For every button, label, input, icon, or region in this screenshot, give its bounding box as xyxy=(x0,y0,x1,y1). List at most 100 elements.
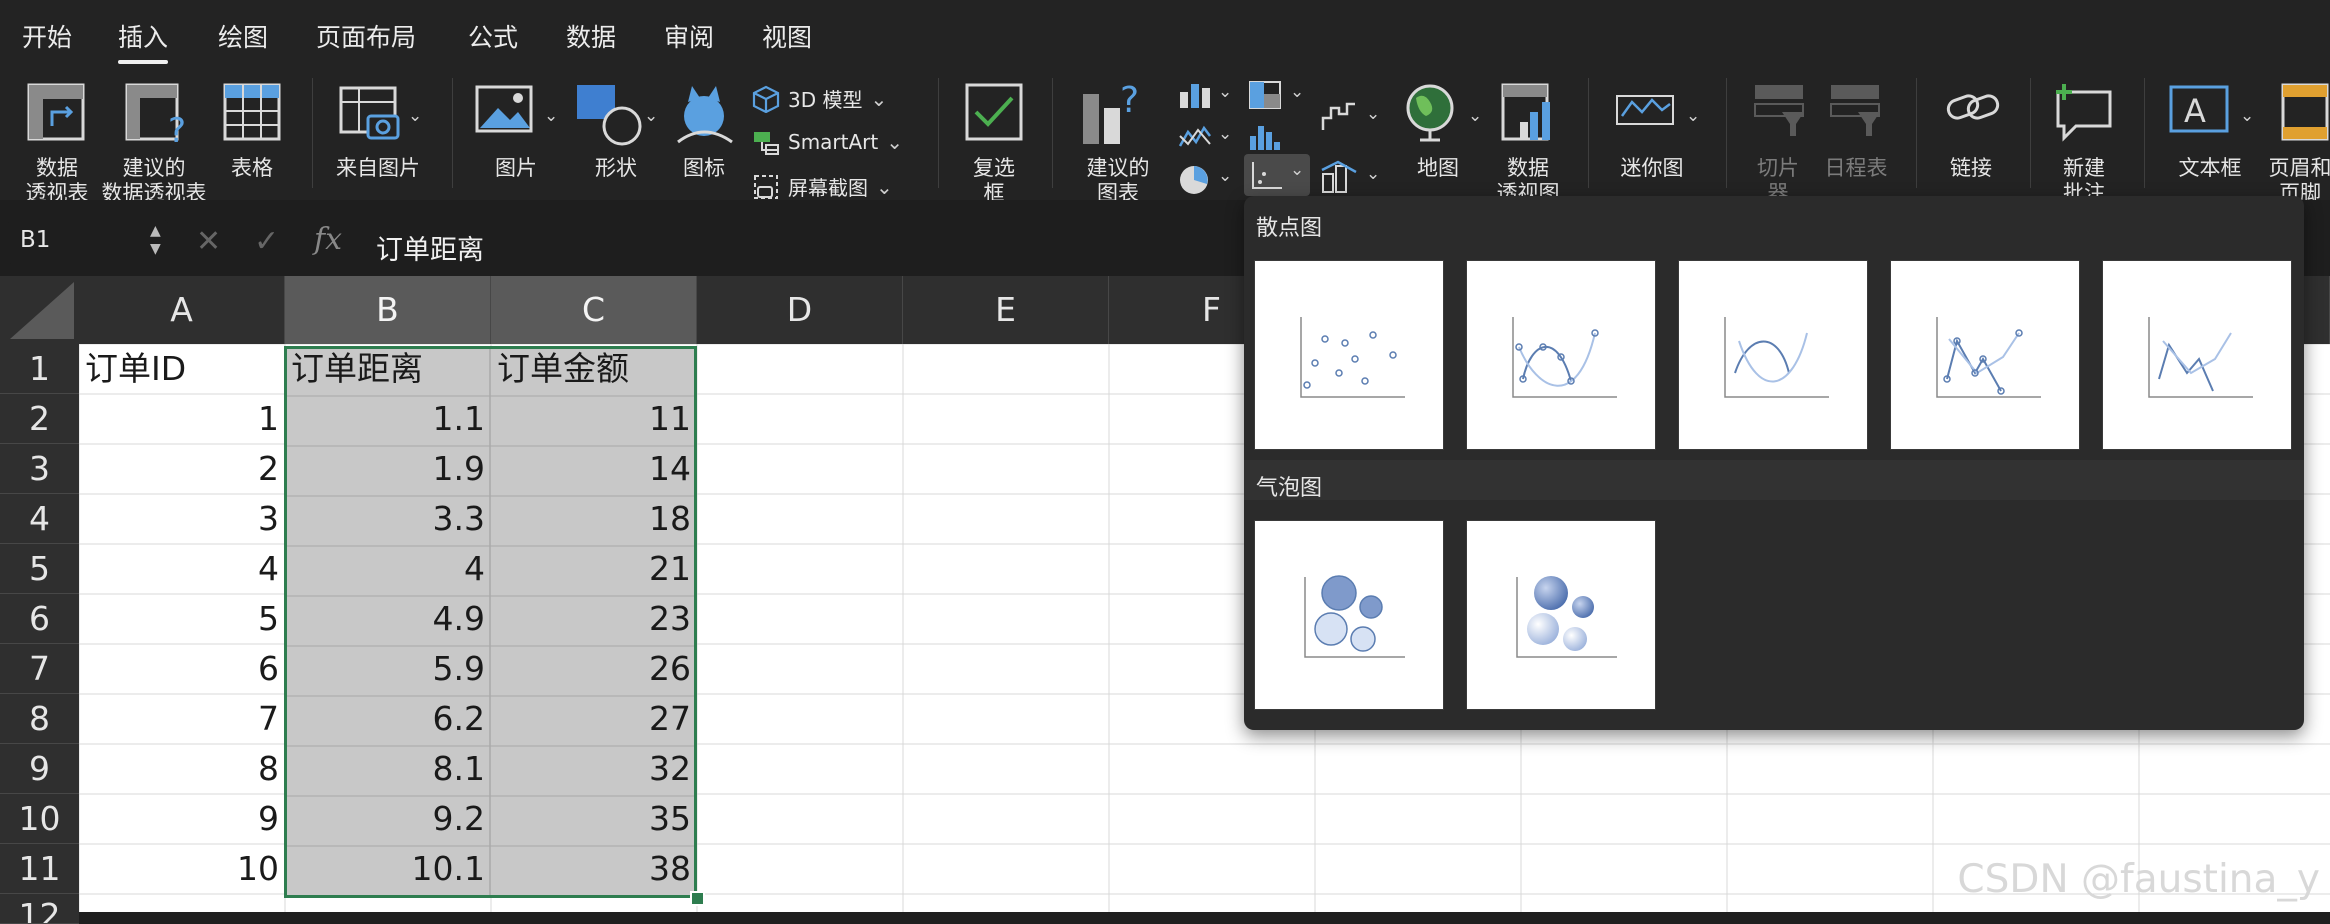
data-cell[interactable]: 6.2 xyxy=(285,695,491,745)
column-header-a[interactable]: A xyxy=(79,276,285,344)
smartart-button[interactable]: SmartArt ⌄ xyxy=(752,128,903,156)
row-header[interactable]: 8 xyxy=(0,694,79,744)
data-cell[interactable]: 3 xyxy=(79,495,285,545)
column-header-e[interactable]: E xyxy=(903,276,1109,344)
tab-page-layout[interactable]: 页面布局 xyxy=(316,18,416,54)
row-header[interactable]: 6 xyxy=(0,594,79,644)
name-box[interactable]: B1 ▲ ▼ xyxy=(8,220,168,264)
data-cell[interactable]: 18 xyxy=(491,495,697,545)
ribbon-divider xyxy=(2144,78,2145,188)
scatter-thumbnail-icon xyxy=(1300,317,1405,398)
screenshot-button[interactable]: 屏幕截图 ⌄ xyxy=(752,172,893,200)
checkbox-icon xyxy=(965,83,1023,141)
row-header[interactable]: 7 xyxy=(0,644,79,694)
data-cell[interactable]: 6 xyxy=(79,645,285,695)
pie-chart-icon[interactable] xyxy=(1178,164,1212,196)
data-cell[interactable]: 4 xyxy=(285,545,491,595)
data-cell[interactable]: 9 xyxy=(79,795,285,845)
row-header[interactable]: 3 xyxy=(0,444,79,494)
data-cell[interactable]: 14 xyxy=(491,445,697,495)
3d-models-button[interactable]: 3D 模型 ⌄ xyxy=(752,84,887,113)
pivot-table-icon xyxy=(27,83,85,141)
data-cell[interactable]: 5.9 xyxy=(285,645,491,695)
scatter-smooth-markers-thumbnail-icon xyxy=(1512,317,1617,398)
enter-icon[interactable]: ✓ xyxy=(254,224,279,259)
screenshot-label: 屏幕截图 xyxy=(788,176,868,200)
new-comment-label: 新建 批注 xyxy=(2063,156,2105,200)
combo-chart-icon[interactable] xyxy=(1320,160,1360,194)
tab-view[interactable]: 视图 xyxy=(762,18,812,54)
row-header[interactable]: 10 xyxy=(0,794,79,844)
function-icon[interactable]: fx xyxy=(314,222,342,257)
data-cell[interactable]: 35 xyxy=(491,795,697,845)
scatter-straight-option[interactable] xyxy=(2102,260,2292,450)
data-cell[interactable]: 1.9 xyxy=(285,445,491,495)
data-cell[interactable]: 4 xyxy=(79,545,285,595)
data-cell[interactable]: 8.1 xyxy=(285,745,491,795)
bubble-option[interactable] xyxy=(1254,520,1444,710)
select-all-corner[interactable] xyxy=(0,276,80,345)
cancel-icon[interactable]: ✕ xyxy=(196,224,221,259)
data-cell[interactable]: 5 xyxy=(79,595,285,645)
data-cell[interactable]: 1.1 xyxy=(285,395,491,445)
statistic-chart-icon[interactable] xyxy=(1248,122,1282,152)
timeline-label: 日程表 xyxy=(1824,156,1888,180)
data-cell[interactable]: 1 xyxy=(79,395,285,445)
table-label: 表格 xyxy=(231,156,273,180)
scatter-chart-button[interactable]: ⌄ xyxy=(1244,154,1310,196)
data-cell[interactable]: 2 xyxy=(79,445,285,495)
scatter-straight-markers-option[interactable] xyxy=(1890,260,2080,450)
link-icon xyxy=(1946,94,2000,120)
link-label: 链接 xyxy=(1950,156,1992,180)
data-cell[interactable]: 10.1 xyxy=(285,845,491,895)
data-cell[interactable]: 21 xyxy=(491,545,697,595)
formula-input[interactable]: 订单距离 xyxy=(356,222,1356,268)
data-cell[interactable]: 4.9 xyxy=(285,595,491,645)
line-chart-icon[interactable] xyxy=(1178,122,1212,152)
data-cell[interactable]: 38 xyxy=(491,845,697,895)
tab-review[interactable]: 审阅 xyxy=(664,18,714,54)
data-cell[interactable]: 32 xyxy=(491,745,697,795)
scatter-smooth-option[interactable] xyxy=(1678,260,1868,450)
data-cell[interactable]: 27 xyxy=(491,695,697,745)
tab-data[interactable]: 数据 xyxy=(566,18,616,54)
column-header-b[interactable]: B xyxy=(285,276,491,344)
header-cell[interactable]: 订单ID xyxy=(79,345,285,395)
stepper-icon[interactable]: ▲ ▼ xyxy=(150,222,161,258)
data-cell[interactable]: 7 xyxy=(79,695,285,745)
row-header[interactable]: 4 xyxy=(0,494,79,544)
scatter-option[interactable] xyxy=(1254,260,1444,450)
header-footer-icon xyxy=(2281,83,2329,141)
hierarchy-chart-icon[interactable] xyxy=(1248,80,1282,110)
data-cell[interactable]: 26 xyxy=(491,645,697,695)
row-header[interactable]: 12 xyxy=(0,894,79,924)
tab-home[interactable]: 开始 xyxy=(22,18,72,54)
tab-insert[interactable]: 插入 xyxy=(118,18,169,64)
row-header[interactable]: 9 xyxy=(0,744,79,794)
scatter-smooth-markers-option[interactable] xyxy=(1466,260,1656,450)
column-header-d[interactable]: D xyxy=(697,276,903,344)
data-cell[interactable]: 23 xyxy=(491,595,697,645)
tab-formulas[interactable]: 公式 xyxy=(468,18,518,54)
data-cell[interactable]: 10 xyxy=(79,845,285,895)
row-header[interactable]: 1 xyxy=(0,344,79,394)
row-header[interactable]: 2 xyxy=(0,394,79,444)
pivot-chart-label: 数据 透视图 xyxy=(1496,156,1560,200)
tab-draw[interactable]: 绘图 xyxy=(218,18,268,54)
bubble-3d-option[interactable] xyxy=(1466,520,1656,710)
column-chart-icon[interactable] xyxy=(1178,80,1212,110)
data-cell[interactable]: 8 xyxy=(79,745,285,795)
watermark: CSDN @faustina_y xyxy=(1957,857,2320,902)
data-cell[interactable]: 3.3 xyxy=(285,495,491,545)
header-cell[interactable]: 订单距离 xyxy=(285,345,491,395)
header-cell[interactable]: 订单金额 xyxy=(491,345,697,395)
data-cell[interactable]: 9.2 xyxy=(285,795,491,845)
row-header[interactable]: 5 xyxy=(0,544,79,594)
waterfall-chart-icon[interactable] xyxy=(1320,100,1360,134)
comment-icon xyxy=(2056,84,2112,142)
recommended-charts-icon: ? xyxy=(1083,82,1139,144)
data-cell[interactable]: 11 xyxy=(491,395,697,445)
smartart-icon xyxy=(754,132,779,155)
column-header-c[interactable]: C xyxy=(491,276,697,344)
row-header[interactable]: 11 xyxy=(0,844,79,894)
